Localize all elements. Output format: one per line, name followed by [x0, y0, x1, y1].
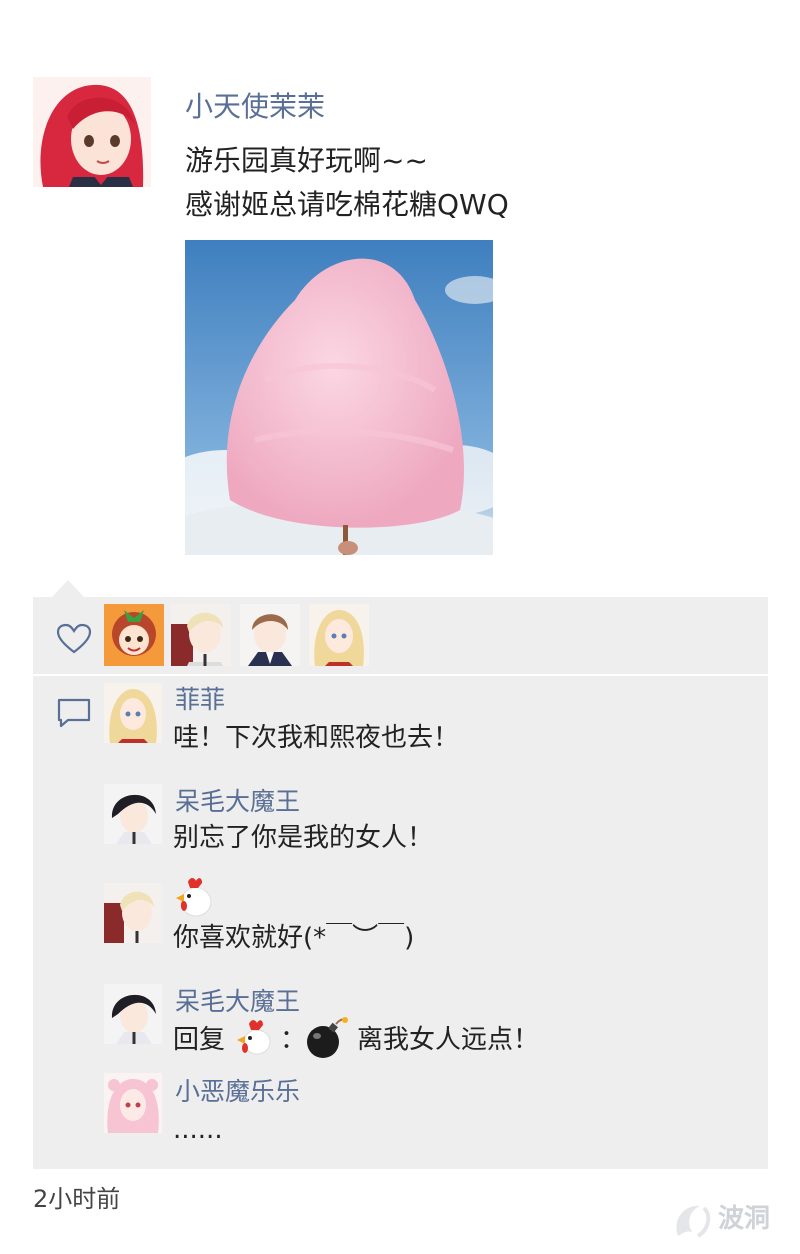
like-avatar-brown-hair-boy[interactable] — [240, 604, 300, 666]
post-text-line-1: 游乐园真好玩啊~~ — [185, 144, 428, 177]
panel-caret — [52, 580, 84, 597]
chicken-emoji — [174, 876, 214, 918]
post-timestamp: 2小时前 — [33, 1185, 121, 1213]
like-avatar-blond-boy[interactable] — [171, 604, 231, 666]
comment-text: 离我女人远点！ — [357, 1025, 540, 1055]
comment-text: ...... — [173, 1115, 223, 1145]
comment-text: 你喜欢就好(*￣︶￣) — [173, 923, 415, 953]
comment-icon[interactable] — [56, 697, 92, 729]
comment-author[interactable]: 小恶魔乐乐 — [175, 1076, 300, 1108]
comment-text: 哇！下次我和熙夜也去！ — [173, 723, 460, 753]
comment-avatar[interactable] — [104, 883, 162, 943]
heart-icon[interactable] — [56, 623, 92, 655]
comment-author[interactable]: 菲菲 — [175, 684, 225, 716]
comment-author[interactable]: 呆毛大魔王 — [175, 786, 300, 818]
comment-avatar[interactable] — [104, 683, 162, 743]
like-avatar-orange-hair-girl[interactable] — [104, 604, 164, 666]
reply-prefix: 回复 — [173, 1025, 226, 1055]
panel-divider — [33, 674, 768, 676]
post-text-line-2: 感谢姬总请吃棉花糖QWQ — [185, 188, 509, 221]
author-name[interactable]: 小天使茉茉 — [185, 88, 325, 126]
comment-avatar[interactable] — [104, 984, 162, 1044]
like-avatar-blonde-girl[interactable] — [309, 604, 369, 666]
chicken-emoji[interactable] — [235, 1018, 275, 1060]
author-avatar[interactable] — [33, 77, 151, 187]
bomb-emoji — [303, 1016, 349, 1060]
comment-author[interactable]: 呆毛大魔王 — [175, 986, 300, 1018]
comment-avatar[interactable] — [104, 1073, 162, 1133]
comment-text: 别忘了你是我的女人！ — [173, 823, 434, 853]
watermark-text: 波洞 — [718, 1204, 771, 1234]
cotton-candy-photo[interactable] — [185, 240, 493, 555]
comment-avatar[interactable] — [104, 784, 162, 844]
